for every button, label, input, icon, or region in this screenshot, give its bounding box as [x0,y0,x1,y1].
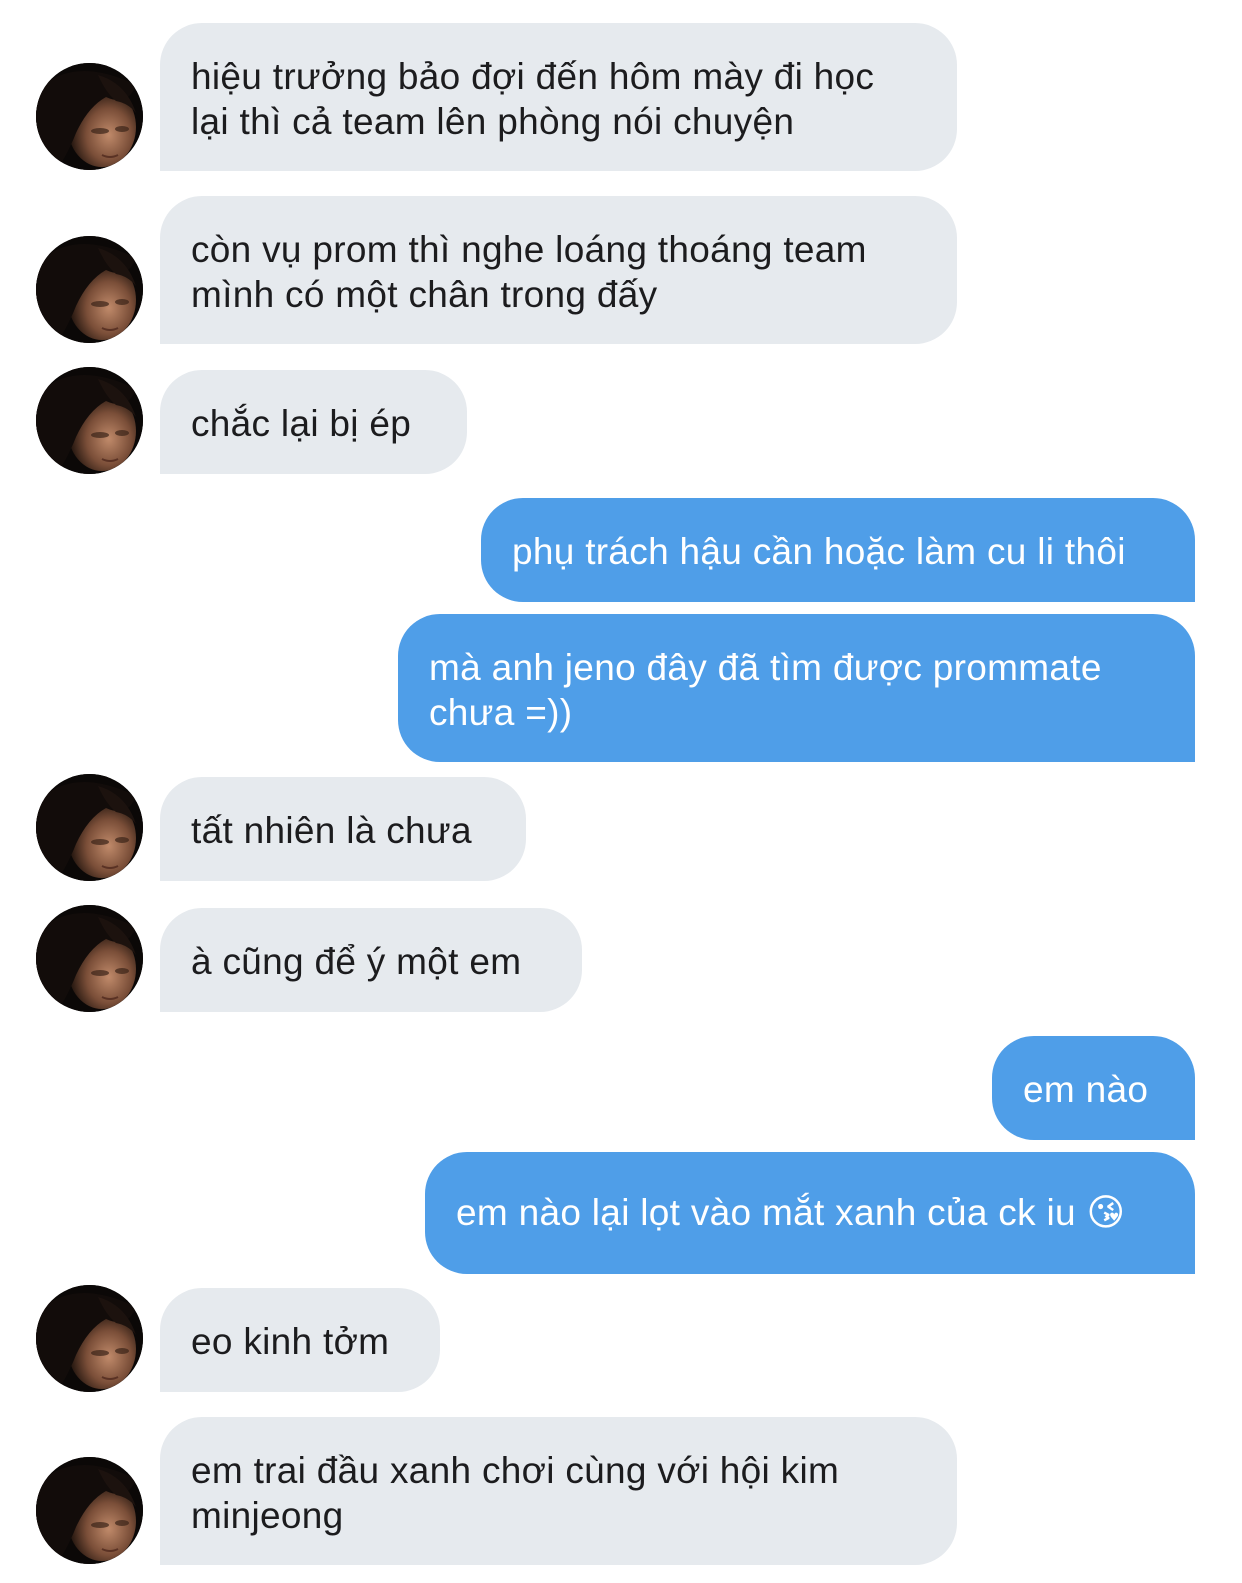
incoming-message: chắc lại bị ép [160,370,467,474]
incoming-message: em trai đầu xanh chơi cùng với hội kim m… [160,1417,957,1565]
outgoing-message: phụ trách hậu cần hoặc làm cu li thôi [481,498,1195,602]
contact-avatar[interactable] [36,367,143,474]
contact-avatar[interactable] [36,1285,143,1392]
outgoing-message: mà anh jeno đây đã tìm được prommate chư… [398,614,1195,762]
incoming-message: eo kinh tởm [160,1288,440,1392]
outgoing-message: em nào lại lọt vào mắt xanh của ck iu 😘 [425,1152,1195,1274]
contact-avatar[interactable] [36,1457,143,1564]
incoming-message: còn vụ prom thì nghe loáng thoáng team m… [160,196,957,344]
contact-avatar[interactable] [36,236,143,343]
outgoing-message: em nào [992,1036,1195,1140]
incoming-message: à cũng để ý một em [160,908,582,1012]
incoming-message: tất nhiên là chưa [160,777,526,881]
incoming-message: hiệu trưởng bảo đợi đến hôm mày đi học l… [160,23,957,171]
contact-avatar[interactable] [36,63,143,170]
contact-avatar[interactable] [36,905,143,1012]
contact-avatar[interactable] [36,774,143,881]
